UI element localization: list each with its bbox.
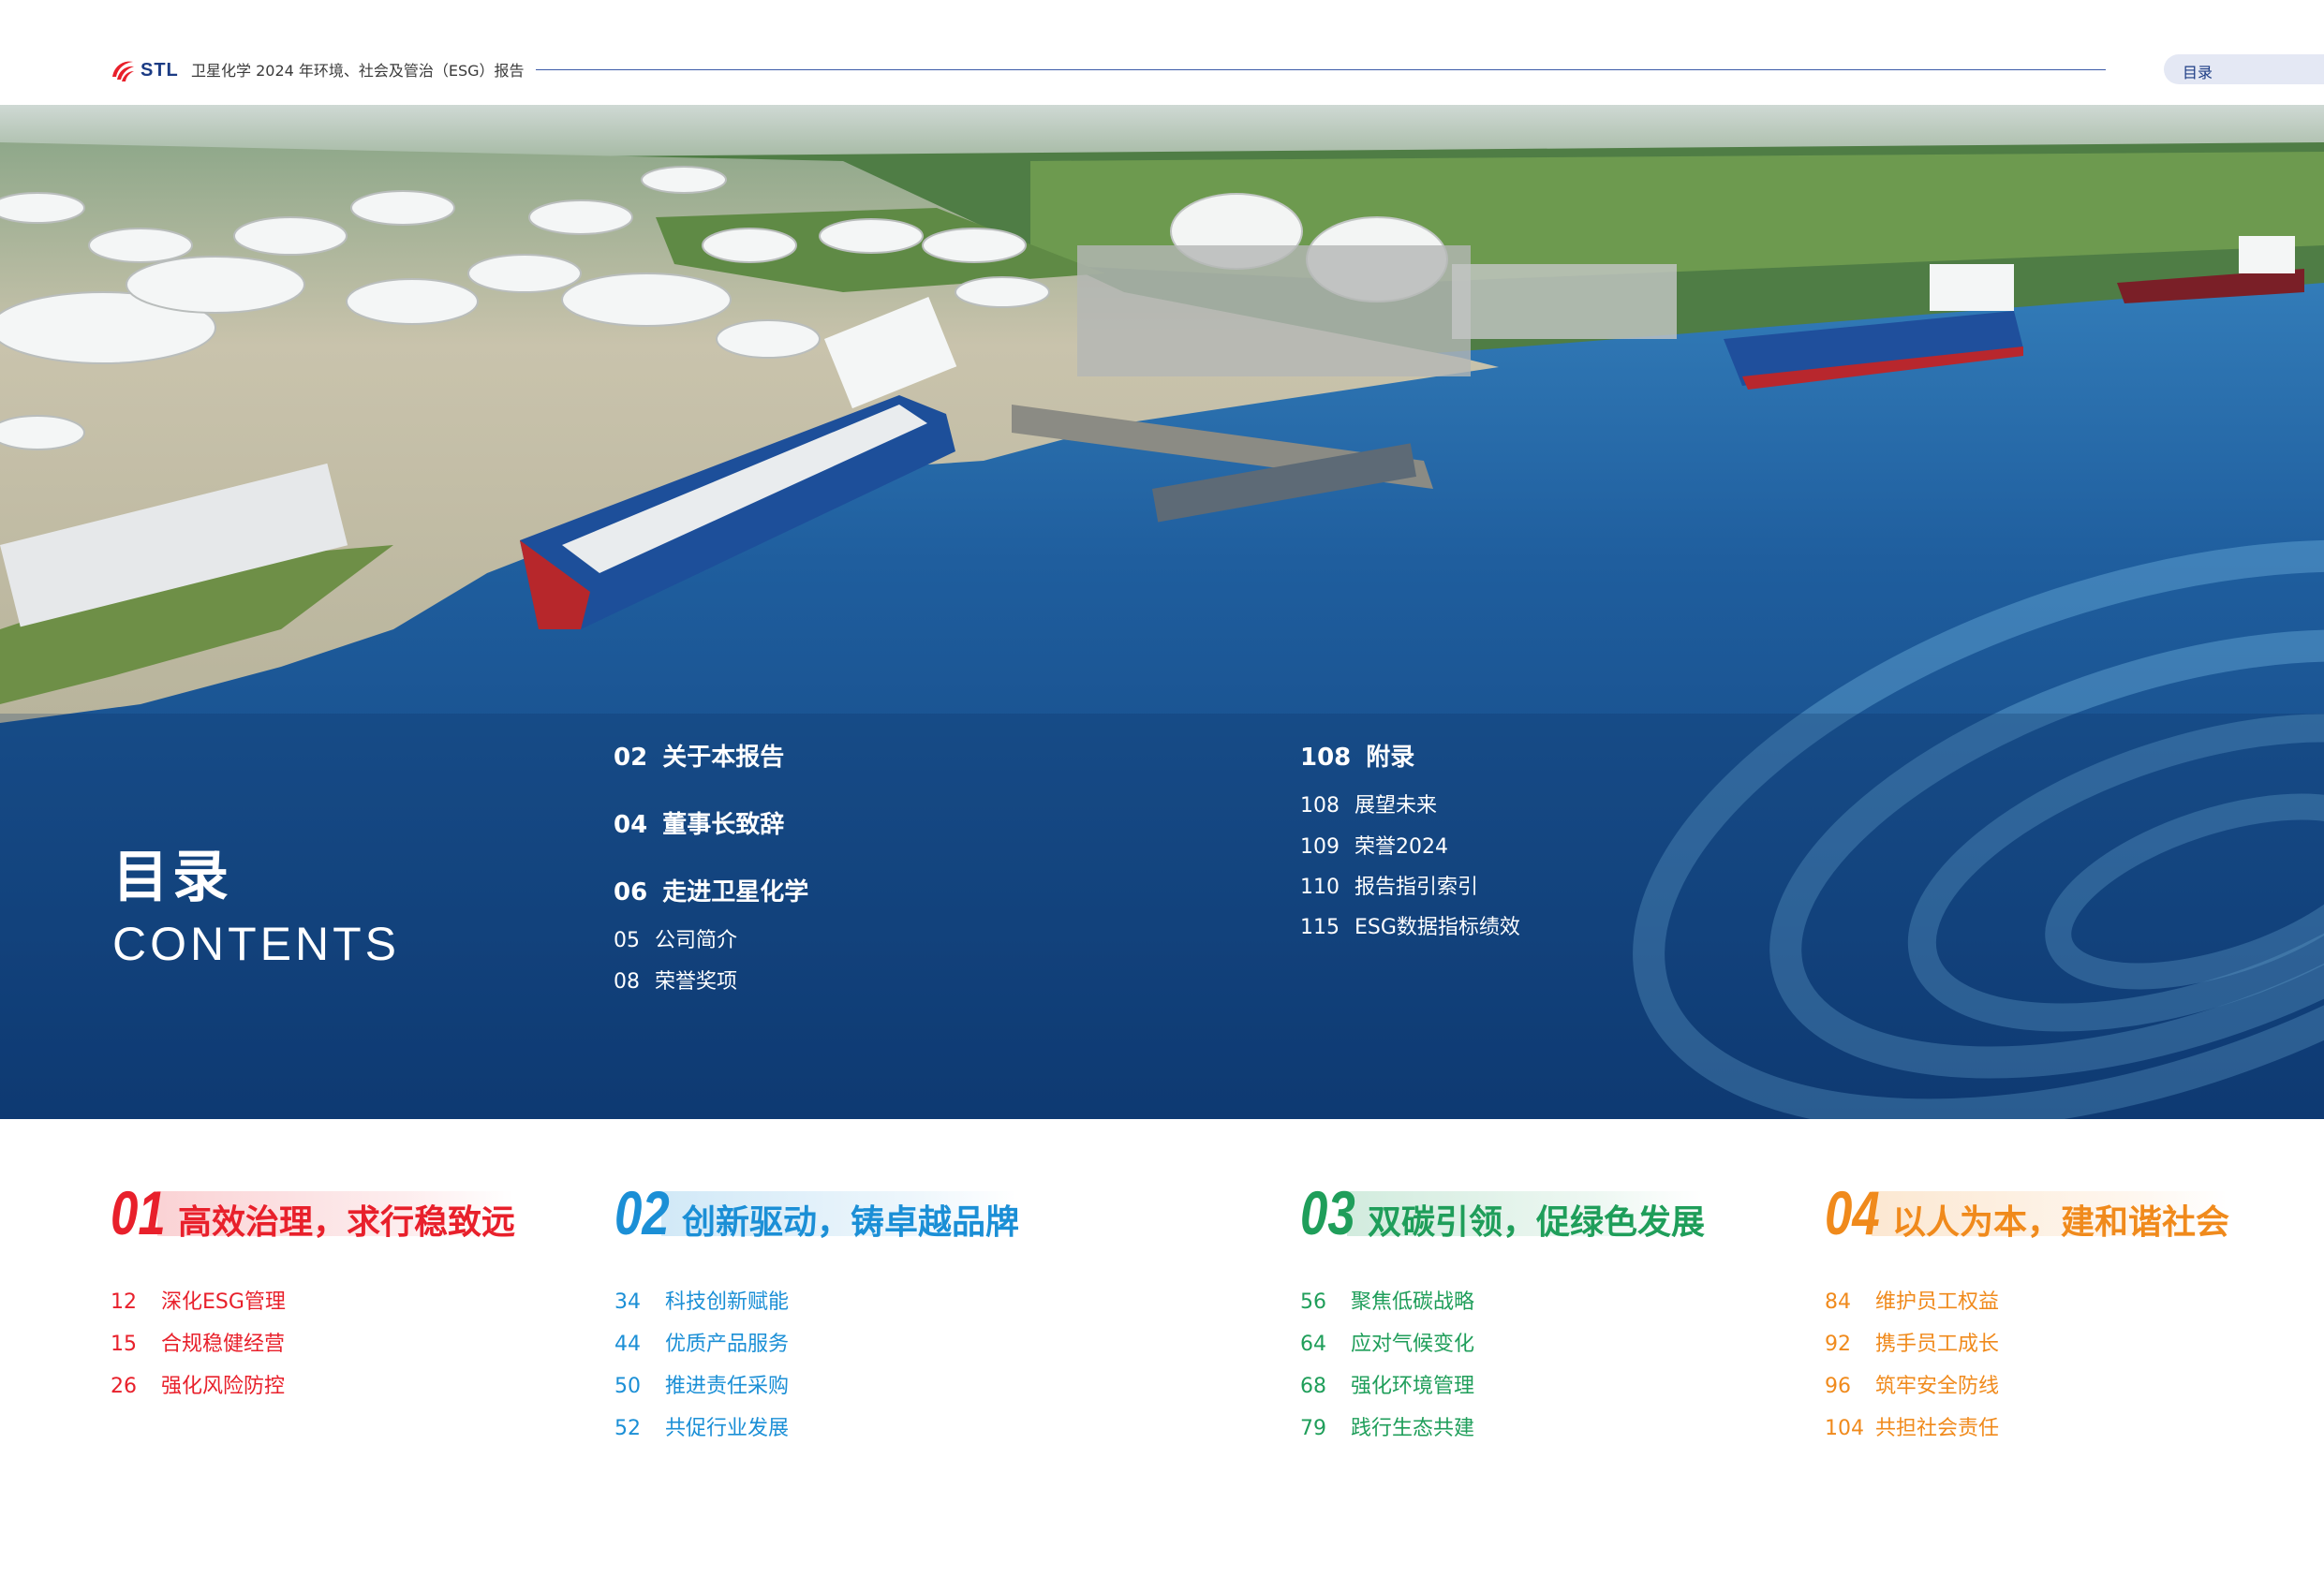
chapter-item-label: 优质产品服务 xyxy=(665,1333,790,1356)
chapter-item-page: 52 xyxy=(614,1417,641,1440)
chapter-item-label: 共促行业发展 xyxy=(665,1417,790,1440)
chapter-item-page: 92 xyxy=(1825,1333,1851,1356)
toc-subentry[interactable]: 109 荣誉2024 xyxy=(1300,830,1448,860)
toc-label: 关于本报告 xyxy=(662,744,785,772)
chapter-number: 04 xyxy=(1825,1178,1880,1247)
chapter-item[interactable]: 12 深化ESG管理 xyxy=(111,1285,286,1315)
chapter-item[interactable]: 34 科技创新赋能 xyxy=(614,1285,789,1315)
chapter-item-label: 深化ESG管理 xyxy=(161,1290,286,1314)
chapter-item-page: 15 xyxy=(111,1333,137,1356)
chapter-item-page: 104 xyxy=(1825,1417,1864,1440)
toc-page-number: 06 xyxy=(614,878,648,906)
toc-label: 公司简介 xyxy=(655,929,738,952)
chapter-item-page: 50 xyxy=(614,1375,641,1398)
toc-label: 荣誉2024 xyxy=(1354,835,1448,859)
chapter-item[interactable]: 92 携手员工成长 xyxy=(1825,1327,1999,1357)
toc-subentry[interactable]: 08 荣誉奖项 xyxy=(614,965,737,995)
chapter-number: 02 xyxy=(614,1178,670,1247)
logo-mark-icon xyxy=(112,61,134,81)
chapter-item[interactable]: 79 践行生态共建 xyxy=(1300,1411,1474,1441)
chapter-item-page: 26 xyxy=(111,1375,137,1398)
chapter-item-page: 12 xyxy=(111,1290,137,1314)
toc-entry[interactable]: 04 董事长致辞 xyxy=(614,805,784,840)
chapter-item-label: 强化风险防控 xyxy=(161,1375,286,1398)
chapter-item[interactable]: 52 共促行业发展 xyxy=(614,1411,789,1441)
toc-page-number: 108 xyxy=(1300,794,1340,818)
toc-subentry[interactable]: 108 展望未来 xyxy=(1300,788,1437,818)
toc-label: 报告指引索引 xyxy=(1354,876,1479,899)
chapter-item-label: 强化环境管理 xyxy=(1351,1375,1475,1398)
toc-page-number: 02 xyxy=(614,744,648,772)
chapter-item-page: 79 xyxy=(1300,1417,1326,1440)
logo-text: STL xyxy=(141,59,179,81)
chapter-item[interactable]: 26 强化风险防控 xyxy=(111,1369,285,1399)
chapter-item-label: 科技创新赋能 xyxy=(665,1290,790,1314)
section-tab[interactable]: 目录 xyxy=(2164,54,2324,84)
contents-title-en: CONTENTS xyxy=(112,918,400,970)
toc-page-number: 108 xyxy=(1300,744,1352,772)
page-header: STL 卫星化学 2024 年环境、社会及管治（ESG）报告 目录 xyxy=(0,0,2324,105)
chapter-item[interactable]: 68 强化环境管理 xyxy=(1300,1369,1474,1399)
chapter-item[interactable]: 96 筑牢安全防线 xyxy=(1825,1369,1999,1399)
chapter-item-page: 34 xyxy=(614,1290,641,1314)
toc-entry[interactable]: 108 附录 xyxy=(1300,738,1414,773)
toc-subentry[interactable]: 05 公司简介 xyxy=(614,923,737,953)
chapter-item[interactable]: 15 合规稳健经营 xyxy=(111,1327,285,1357)
chapter-item-page: 64 xyxy=(1300,1333,1326,1356)
toc-page-number: 110 xyxy=(1300,876,1340,899)
chapter-item-page: 96 xyxy=(1825,1375,1851,1398)
report-title: 卫星化学 2024 年环境、社会及管治（ESG）报告 xyxy=(191,62,525,80)
chapter-item-label: 应对气候变化 xyxy=(1351,1333,1475,1356)
header-divider xyxy=(536,69,2106,70)
chapter-item-label: 推进责任采购 xyxy=(665,1375,790,1398)
hero-photo: 目录 CONTENTS xyxy=(0,105,2324,1119)
chapter-number: 01 xyxy=(111,1178,166,1247)
chapter-title: 高效治理，求行稳致远 xyxy=(178,1203,516,1242)
chapter-title: 双碳引领，促绿色发展 xyxy=(1368,1203,1706,1242)
chapter-number: 03 xyxy=(1300,1178,1355,1247)
chapter-item-label: 践行生态共建 xyxy=(1351,1417,1475,1440)
chapter-item[interactable]: 50 推进责任采购 xyxy=(614,1369,789,1399)
chapter-item-label: 携手员工成长 xyxy=(1875,1333,2000,1356)
toc-label: 展望未来 xyxy=(1354,794,1438,818)
company-logo: STL xyxy=(109,56,179,84)
chapter-item-label: 聚焦低碳战略 xyxy=(1351,1290,1475,1314)
chapter-item[interactable]: 44 优质产品服务 xyxy=(614,1327,789,1357)
chapter-item[interactable]: 64 应对气候变化 xyxy=(1300,1327,1474,1357)
chapter-title: 创新驱动，铸卓越品牌 xyxy=(682,1203,1020,1242)
chapter-item-label: 共担社会责任 xyxy=(1875,1417,2000,1440)
toc-subentry[interactable]: 115 ESG数据指标绩效 xyxy=(1300,910,1520,940)
chapter-item-label: 合规稳健经营 xyxy=(161,1333,286,1356)
toc-entry[interactable]: 02 关于本报告 xyxy=(614,738,784,773)
chapter-item-label: 维护员工权益 xyxy=(1875,1290,2000,1314)
chapter-item[interactable]: 104 共担社会责任 xyxy=(1825,1411,1999,1441)
chapter-item-page: 84 xyxy=(1825,1290,1851,1314)
toc-entry[interactable]: 06 走进卫星化学 xyxy=(614,873,808,907)
chapter-item-page: 56 xyxy=(1300,1290,1326,1314)
toc-page-number: 05 xyxy=(614,929,640,952)
toc-label: ESG数据指标绩效 xyxy=(1354,916,1520,939)
chapter-item[interactable]: 84 维护员工权益 xyxy=(1825,1285,1999,1315)
toc-label: 走进卫星化学 xyxy=(662,878,809,906)
chapter-item-page: 44 xyxy=(614,1333,641,1356)
toc-page-number: 115 xyxy=(1300,916,1340,939)
chapter-item-label: 筑牢安全防线 xyxy=(1875,1375,2000,1398)
contents-heading: 目录 CONTENTS xyxy=(112,832,400,971)
chapter-item-page: 68 xyxy=(1300,1375,1326,1398)
toc-label: 荣誉奖项 xyxy=(655,970,738,994)
toc-label: 附录 xyxy=(1366,744,1415,772)
toc-label: 董事长致辞 xyxy=(662,811,785,839)
toc-page-number: 04 xyxy=(614,811,648,839)
section-tab-label: 目录 xyxy=(2183,64,2213,81)
toc-subentry[interactable]: 110 报告指引索引 xyxy=(1300,870,1478,900)
contents-title-zh: 目录 xyxy=(112,845,232,910)
toc-page-number: 109 xyxy=(1300,835,1340,859)
chapter-item[interactable]: 56 聚焦低碳战略 xyxy=(1300,1285,1474,1315)
toc-page-number: 08 xyxy=(614,970,640,994)
chapter-title: 以人为本，建和谐社会 xyxy=(1892,1203,2230,1242)
